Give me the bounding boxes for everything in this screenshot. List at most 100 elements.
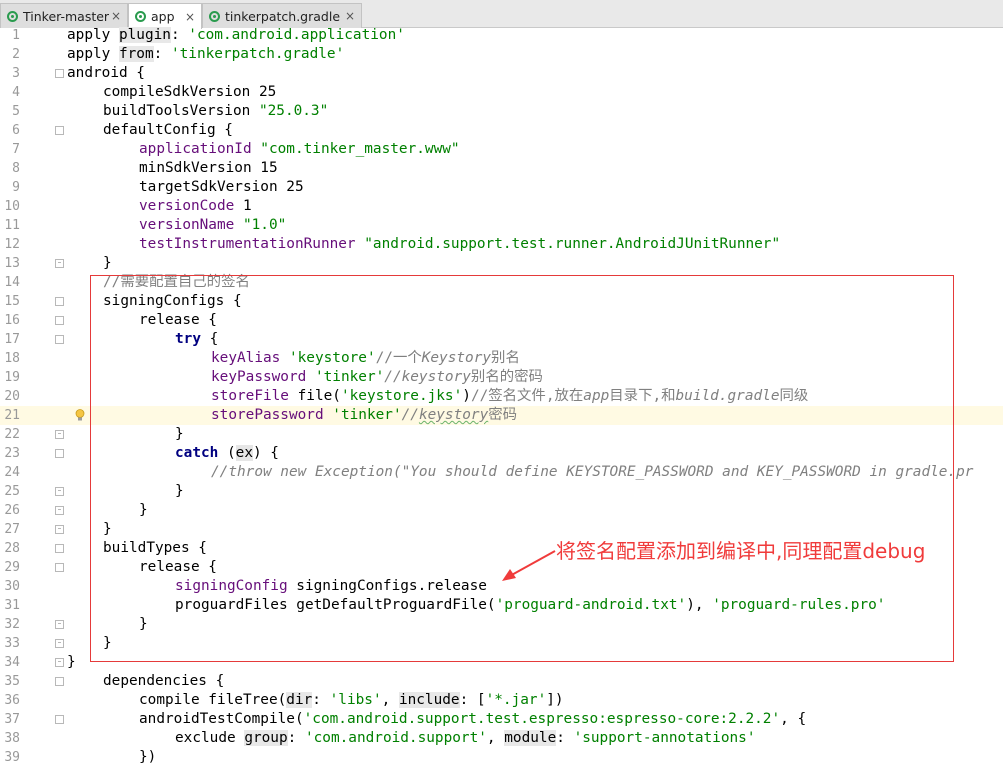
line-number: 4 [12,85,20,100]
tab-tinkerpatch-gradle[interactable]: tinkerpatch.gradle × [202,3,362,28]
line-number: 28 [4,541,20,556]
line-number: 32 [4,617,20,632]
fold-end-icon[interactable] [55,639,64,648]
line-number: 25 [4,484,20,499]
code-text: dependencies { [103,673,225,689]
line-number: 10 [4,199,20,214]
code-text: android { [67,65,145,81]
line-number: 3 [12,66,20,81]
close-icon[interactable]: × [185,10,195,24]
code-text: } [103,255,112,271]
code-line[interactable]: 10 versionCode 1 [0,197,1003,216]
fold-marker-icon[interactable] [55,449,64,458]
code-line[interactable]: 5 buildToolsVersion "25.0.3" [0,102,1003,121]
line-number: 7 [12,142,20,157]
code-line[interactable]: 2 apply from: 'tinkerpatch.gradle' [0,45,1003,64]
gradle-module-icon [135,11,146,22]
gradle-module-icon [7,10,18,22]
code-line[interactable]: 35 dependencies { [0,672,1003,691]
fold-end-icon[interactable] [55,259,64,268]
code-text: buildToolsVersion "25.0.3" [103,103,329,119]
fold-end-icon[interactable] [55,430,64,439]
line-number: 1 [12,28,20,43]
line-number: 19 [4,370,20,385]
close-icon[interactable]: × [345,9,355,23]
line-number: 38 [4,731,20,746]
line-number: 5 [12,104,20,119]
fold-end-icon[interactable] [55,487,64,496]
code-line[interactable]: 8 minSdkVersion 15 [0,159,1003,178]
editor-tab-bar: Tinker-master × app × tinkerpatch.gradle… [0,0,1003,29]
fold-end-icon[interactable] [55,525,64,534]
annotation-arrow-icon [502,550,556,581]
code-text: compileSdkVersion 25 [103,84,277,100]
code-line[interactable]: 7 applicationId "com.tinker_master.www" [0,140,1003,159]
line-number: 21 [4,408,20,423]
fold-marker-icon[interactable] [55,563,64,572]
tab-tinker-master[interactable]: Tinker-master × [0,3,128,28]
code-text: } [67,654,76,670]
line-number: 35 [4,674,20,689]
line-number: 36 [4,693,20,708]
code-line[interactable]: 11 versionName "1.0" [0,216,1003,235]
line-number: 29 [4,560,20,575]
line-number: 23 [4,446,20,461]
code-line[interactable]: 39 }) [0,748,1003,767]
line-number: 2 [12,47,20,62]
fold-marker-icon[interactable] [55,297,64,306]
line-number: 11 [4,218,20,233]
fold-marker-icon[interactable] [55,126,64,135]
line-number: 16 [4,313,20,328]
line-number: 22 [4,427,20,442]
line-number: 18 [4,351,20,366]
line-number: 31 [4,598,20,613]
code-line[interactable]: 36 compile fileTree(dir: 'libs', include… [0,691,1003,710]
fold-end-icon[interactable] [55,506,64,515]
close-icon[interactable]: × [111,9,121,23]
fold-marker-icon[interactable] [55,335,64,344]
gradle-module-icon [209,10,220,22]
code-text: minSdkVersion 15 [139,160,278,176]
code-line[interactable]: 4 compileSdkVersion 25 [0,83,1003,102]
line-number: 15 [4,294,20,309]
line-number: 33 [4,636,20,651]
code-line[interactable]: 3 android { [0,64,1003,83]
code-text: applicationId "com.tinker_master.www" [139,141,460,157]
code-line[interactable]: 6 defaultConfig { [0,121,1003,140]
line-number: 12 [4,237,20,252]
line-number: 20 [4,389,20,404]
line-number: 39 [4,750,20,765]
highlight-box [90,275,954,662]
fold-marker-icon[interactable] [55,544,64,553]
tab-label: Tinker-master [23,8,110,24]
fold-marker-icon[interactable] [55,316,64,325]
line-number: 27 [4,522,20,537]
fold-marker-icon[interactable] [55,677,64,686]
fold-marker-icon[interactable] [55,715,64,724]
fold-end-icon[interactable] [55,620,64,629]
code-text: compile fileTree(dir: 'libs', include: [… [139,692,564,708]
fold-marker-icon[interactable] [55,69,64,78]
code-line[interactable]: 13 } [0,254,1003,273]
code-line[interactable]: 38 exclude group: 'com.android.support',… [0,729,1003,748]
annotation-text: 将签名配置添加到编译中,同理配置debug [556,539,926,563]
line-number: 13 [4,256,20,271]
code-text: apply from: 'tinkerpatch.gradle' [67,46,345,62]
code-line[interactable]: 12 testInstrumentationRunner "android.su… [0,235,1003,254]
code-text: testInstrumentationRunner "android.suppo… [139,236,781,252]
line-number: 17 [4,332,20,347]
code-line[interactable]: 37 androidTestCompile('com.android.suppo… [0,710,1003,729]
code-text: versionCode 1 [139,198,252,214]
line-number: 34 [4,655,20,670]
line-number: 37 [4,712,20,727]
code-line[interactable]: 1 apply plugin: 'com.android.application… [0,26,1003,45]
code-line[interactable]: 9 targetSdkVersion 25 [0,178,1003,197]
fold-end-icon[interactable] [55,658,64,667]
lightbulb-icon[interactable] [75,409,85,421]
code-text: apply plugin: 'com.android.application' [67,27,405,43]
tab-label: tinkerpatch.gradle [225,8,341,24]
line-number: 14 [4,275,20,290]
code-text: targetSdkVersion 25 [139,179,304,195]
tab-label: app [151,9,175,24]
code-text: }) [139,749,157,765]
